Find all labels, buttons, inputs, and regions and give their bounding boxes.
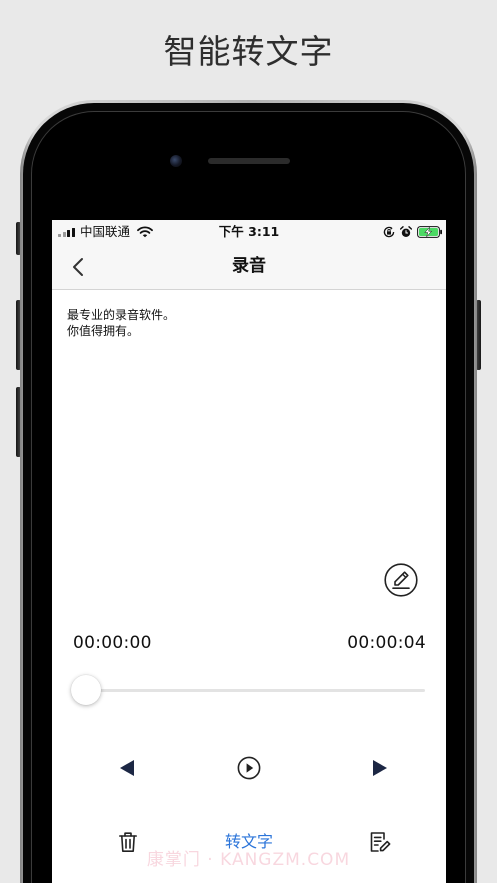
alarm-icon xyxy=(400,226,412,237)
triangle-right-icon xyxy=(373,760,387,776)
promo-canvas: 智能转文字 中国联通 下午 3:11 录音 最专业的录音软件。 你值得拥有。 0… xyxy=(0,0,497,883)
note-line: 最专业的录音软件。 xyxy=(67,308,176,322)
play-button[interactable] xyxy=(237,756,261,780)
note-text: 最专业的录音软件。 你值得拥有。 xyxy=(67,308,175,339)
next-button[interactable] xyxy=(371,758,389,778)
page-title: 录音 xyxy=(232,256,266,276)
triangle-left-icon xyxy=(120,760,134,776)
note-line: 你值得拥有。 xyxy=(67,323,140,338)
slider-thumb[interactable] xyxy=(71,675,101,705)
slider-track xyxy=(86,689,425,692)
pencil-icon xyxy=(384,563,418,597)
play-circle-icon xyxy=(237,756,261,780)
elapsed-time: 00:00:00 xyxy=(73,633,152,653)
total-duration: 00:00:04 xyxy=(347,633,426,653)
earpiece-speaker xyxy=(208,158,290,164)
watermark: 康掌门 · KANGZM.COM xyxy=(146,850,351,870)
front-camera xyxy=(170,155,182,167)
status-bar: 中国联通 下午 3:11 xyxy=(52,220,446,244)
nav-bar: 录音 xyxy=(52,244,446,290)
promo-headline: 智能转文字 xyxy=(163,32,334,71)
orientation-lock-icon xyxy=(383,226,395,238)
playback-slider[interactable] xyxy=(71,675,440,705)
previous-button[interactable] xyxy=(118,758,136,778)
battery-icon xyxy=(417,226,442,238)
edit-note-button[interactable] xyxy=(384,563,418,597)
